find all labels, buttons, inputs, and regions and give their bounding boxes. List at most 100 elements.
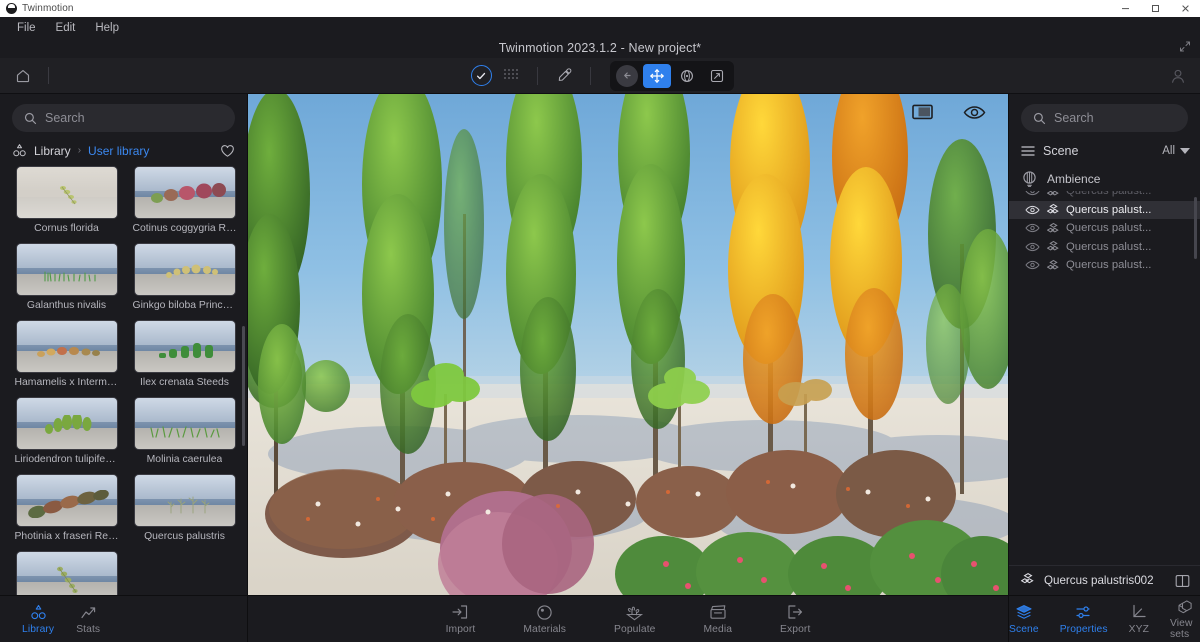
tab-stats[interactable]: Stats (76, 604, 100, 635)
minimize-button[interactable] (1110, 0, 1140, 17)
library-thumbnail (15, 320, 118, 373)
tree-item[interactable]: Quercus palust... (1009, 219, 1200, 238)
library-scroll-area[interactable]: Cornus florida Cotinus coggygria Roya... (0, 166, 247, 595)
tree-item-label: Quercus palust... (1066, 222, 1152, 235)
media-clapperboard-icon (709, 604, 727, 621)
toolbar-center-group (466, 60, 734, 91)
eyedropper-icon[interactable] (549, 61, 579, 91)
tree-item-label: Quercus palust... (1066, 191, 1152, 198)
tab-xyz[interactable]: XYZ (1129, 604, 1149, 635)
material-sphere-icon (536, 604, 553, 621)
menu-item-edit[interactable]: Edit (47, 20, 85, 36)
close-button[interactable] (1170, 0, 1200, 17)
tab-media[interactable]: Media (704, 604, 733, 635)
library-shapes-icon (12, 143, 27, 158)
tree-item[interactable]: Quercus palust... (1009, 256, 1200, 275)
viewport-split-icon[interactable] (912, 104, 933, 120)
list-item[interactable]: Cornus florida (14, 166, 119, 239)
tab-materials-label: Materials (523, 623, 567, 635)
breadcrumb-separator: › (77, 145, 82, 156)
list-item[interactable]: Molinia caerulea (132, 397, 237, 470)
list-item[interactable]: Ilex crenata Steeds (132, 320, 237, 393)
eye-icon[interactable] (1025, 260, 1047, 270)
scene-tree-scrollbar[interactable] (1194, 197, 1197, 259)
tab-import-label: Import (445, 623, 476, 635)
eye-icon[interactable] (1025, 223, 1047, 233)
ambience-icon (1021, 170, 1038, 187)
import-arrow-icon (451, 604, 469, 621)
list-item[interactable]: Quercus phellos (14, 551, 119, 595)
list-item[interactable]: Galanthus nivalis (14, 243, 119, 316)
sliders-icon (1075, 604, 1093, 621)
list-item[interactable]: Quercus palustris (132, 474, 237, 547)
menu-item-help[interactable]: Help (86, 20, 128, 36)
scale-gizmo-icon[interactable] (703, 64, 731, 88)
library-grid: Cornus florida Cotinus coggygria Roya... (14, 166, 237, 595)
tab-populate[interactable]: Populate (614, 604, 655, 635)
tab-export[interactable]: Export (780, 604, 810, 635)
search-input[interactable]: Search (12, 104, 235, 132)
selected-object-footer: Quercus palustris002 (1009, 565, 1200, 595)
list-item[interactable]: Photinia x fraseri Red R... (14, 474, 119, 547)
list-item[interactable]: Ginkgo biloba Princeton... (132, 243, 237, 316)
main-body: Search Library › User library Cornus flo… (0, 94, 1200, 595)
expand-diagonal-icon[interactable] (1179, 41, 1191, 56)
toolbar-divider (537, 66, 538, 85)
viewport-3d[interactable] (248, 94, 1008, 595)
list-item[interactable]: Hamamelis x Intermedia (14, 320, 119, 393)
scene-search-placeholder: Search (1054, 111, 1094, 125)
tab-populate-label: Populate (614, 623, 656, 635)
rotate-gizmo-icon[interactable] (673, 64, 701, 88)
list-item[interactable]: Cotinus coggygria Roya... (132, 166, 237, 239)
split-panel-icon[interactable] (1175, 574, 1190, 588)
hamburger-list-icon[interactable] (1021, 145, 1035, 157)
tab-import[interactable]: Import (446, 604, 476, 635)
scene-search-input[interactable]: Search (1021, 104, 1188, 132)
menu-bar: File Edit Help (0, 17, 1200, 38)
list-item[interactable]: Liriodendron tulipifera... (14, 397, 119, 470)
home-icon[interactable] (12, 65, 34, 87)
tab-materials[interactable]: Materials (523, 604, 566, 635)
vegetation-asset-icon (1047, 222, 1066, 235)
tree-item-selected[interactable]: Quercus palust... (1009, 200, 1200, 219)
scene-panel: Search Scene All Ambience Quercus palust… (1008, 94, 1200, 595)
scene-tree[interactable]: Quercus palust... Quercus palust... Quer… (1009, 191, 1200, 565)
user-account-icon[interactable] (1168, 66, 1188, 86)
snap-grid-icon[interactable] (496, 61, 526, 91)
list-item-label: Ilex crenata Steeds (140, 377, 229, 388)
menu-item-file[interactable]: File (8, 20, 45, 36)
tree-item-clipped[interactable]: Quercus palust... (1009, 191, 1200, 201)
scene-item-ambience[interactable]: Ambience (1009, 166, 1200, 191)
viewport-overlay-controls (912, 104, 986, 120)
toolbar-divider-2 (590, 66, 591, 85)
eye-icon[interactable] (1025, 242, 1047, 252)
library-thumbnail (15, 243, 118, 296)
library-thumbnail (133, 166, 236, 219)
viewport-visibility-icon[interactable] (963, 105, 986, 120)
eye-icon[interactable] (1025, 191, 1047, 196)
breadcrumb-root[interactable]: Library (34, 144, 71, 158)
heart-icon[interactable] (220, 144, 235, 158)
tab-media-label: Media (703, 623, 733, 635)
breadcrumb-current[interactable]: User library (88, 144, 149, 158)
tab-scene[interactable]: Scene (1009, 604, 1039, 635)
library-scrollbar[interactable] (242, 326, 245, 446)
move-gizmo-icon[interactable] (643, 63, 671, 88)
axis-icon (1130, 604, 1147, 621)
scene-filter-dropdown[interactable]: All (1162, 145, 1190, 157)
scene-panel-title: Scene (1043, 144, 1079, 158)
tab-library[interactable]: Library (22, 604, 54, 635)
list-item-label: Galanthus nivalis (26, 300, 107, 311)
library-thumbnail (15, 551, 118, 595)
list-item-label: Cornus florida (34, 223, 99, 234)
search-icon (24, 112, 37, 125)
selection-check-icon[interactable] (466, 61, 496, 91)
undo-arrow-icon[interactable] (613, 64, 641, 88)
maximize-button[interactable] (1140, 0, 1170, 17)
tree-item[interactable]: Quercus palust... (1009, 238, 1200, 257)
tab-properties[interactable]: Properties (1060, 604, 1108, 635)
tab-view-sets[interactable]: View sets (1170, 598, 1200, 640)
eye-icon[interactable] (1025, 205, 1047, 215)
search-placeholder: Search (45, 111, 85, 125)
page-title: Twinmotion 2023.1.2 - New project* (498, 41, 702, 55)
